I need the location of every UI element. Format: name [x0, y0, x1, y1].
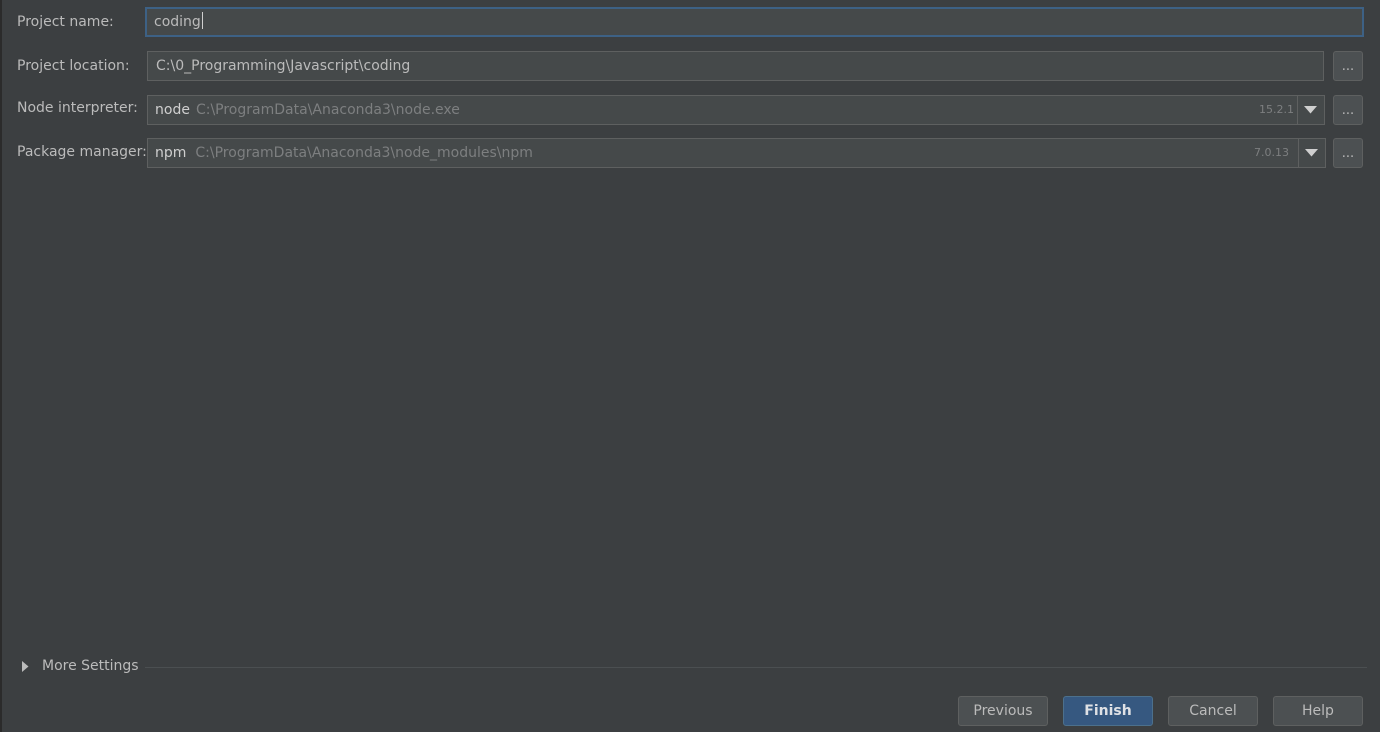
chevron-down-icon — [1304, 106, 1317, 114]
node-interpreter-row: Node interpreter: node C:\ProgramData\Ana… — [0, 95, 1380, 127]
previous-button[interactable]: Previous — [958, 696, 1048, 726]
node-interpreter-version: 15.2.1 — [1259, 103, 1294, 116]
node-interpreter-browse-button[interactable]: ... — [1333, 95, 1363, 125]
package-manager-version: 7.0.13 — [1254, 146, 1289, 159]
project-location-value: C:\0_Programming\Javascript\coding — [156, 58, 411, 74]
node-interpreter-label: Node interpreter: — [17, 100, 138, 116]
project-name-row: Project name: coding — [0, 7, 1380, 39]
cancel-button[interactable]: Cancel — [1168, 696, 1258, 726]
package-manager-dropdown-button[interactable] — [1298, 139, 1325, 167]
project-name-input[interactable]: coding — [145, 7, 1364, 37]
package-manager-selected: npm C:\ProgramData\Anaconda3\node_modules… — [155, 139, 533, 167]
package-manager-row: Package manager: npm C:\ProgramData\Anaco… — [0, 138, 1380, 170]
project-location-row: Project location: C:\0_Programming\Javas… — [0, 51, 1380, 83]
help-button[interactable]: Help — [1273, 696, 1363, 726]
text-caret — [201, 12, 203, 29]
project-location-label: Project location: — [17, 58, 130, 74]
node-interpreter-name: node — [155, 102, 190, 118]
more-settings-label: More Settings — [42, 658, 139, 674]
node-interpreter-selected: node C:\ProgramData\Anaconda3\node.exe — [155, 96, 460, 124]
more-settings-divider — [145, 667, 1367, 668]
chevron-down-icon — [1305, 149, 1318, 157]
package-manager-browse-button[interactable]: ... — [1333, 138, 1363, 168]
project-location-browse-button[interactable]: ... — [1333, 51, 1363, 81]
node-interpreter-select[interactable]: node C:\ProgramData\Anaconda3\node.exe 15… — [147, 95, 1325, 125]
project-name-value: coding — [154, 14, 201, 30]
node-interpreter-path: C:\ProgramData\Anaconda3\node.exe — [195, 102, 460, 118]
package-manager-path: C:\ProgramData\Anaconda3\node_modules\np… — [195, 145, 533, 161]
package-manager-name: npm — [155, 145, 187, 161]
package-manager-label: Package manager: — [17, 144, 147, 160]
package-manager-select[interactable]: npm C:\ProgramData\Anaconda3\node_modules… — [147, 138, 1326, 168]
project-name-label: Project name: — [17, 14, 114, 30]
finish-button[interactable]: Finish — [1063, 696, 1153, 726]
project-location-input[interactable]: C:\0_Programming\Javascript\coding — [147, 51, 1324, 81]
node-interpreter-dropdown-button[interactable] — [1297, 96, 1324, 124]
chevron-right-icon — [22, 661, 29, 672]
